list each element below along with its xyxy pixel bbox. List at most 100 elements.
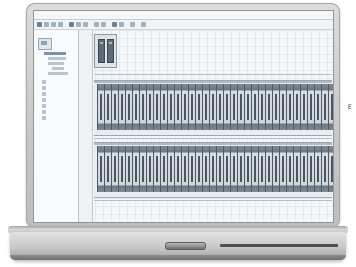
io-module[interactable] [300, 84, 307, 130]
file-icon[interactable] [37, 22, 42, 27]
tree-item[interactable] [52, 67, 64, 70]
io-module[interactable] [216, 146, 223, 192]
io-module[interactable] [146, 84, 153, 130]
io-module[interactable] [272, 146, 279, 192]
status-led-icon [109, 42, 112, 44]
settings-icon[interactable] [130, 22, 135, 27]
io-module[interactable] [181, 84, 188, 130]
io-module[interactable] [307, 84, 314, 130]
io-module[interactable] [118, 146, 125, 192]
tree-item[interactable] [48, 62, 64, 65]
io-module[interactable] [300, 146, 307, 192]
io-module[interactable] [321, 146, 328, 192]
power-supply-module[interactable] [94, 34, 117, 68]
io-module[interactable] [195, 146, 202, 192]
io-module[interactable] [237, 84, 244, 130]
io-module[interactable] [272, 84, 279, 130]
io-module[interactable] [230, 84, 237, 130]
hardware-config-canvas[interactable] [79, 30, 333, 222]
io-module[interactable] [118, 84, 125, 130]
paste-icon[interactable] [83, 22, 88, 27]
io-module[interactable] [125, 84, 132, 130]
io-module[interactable] [216, 84, 223, 130]
copy-icon[interactable] [76, 22, 81, 27]
io-rack-1[interactable] [94, 80, 333, 136]
undo-icon[interactable] [94, 22, 99, 27]
tree-item[interactable] [48, 72, 68, 75]
io-rack-2[interactable] [94, 142, 333, 198]
open-icon[interactable] [44, 22, 49, 27]
io-module[interactable] [132, 84, 139, 130]
drive-slot [220, 244, 338, 247]
io-module[interactable] [160, 146, 167, 192]
io-module[interactable] [223, 84, 230, 130]
io-module[interactable] [328, 146, 333, 192]
io-module[interactable] [188, 146, 195, 192]
io-module[interactable] [153, 146, 160, 192]
psu-unit[interactable] [98, 39, 105, 63]
io-module[interactable] [97, 146, 104, 192]
io-module[interactable] [104, 146, 111, 192]
print-icon[interactable] [58, 22, 63, 27]
tree-bullet-icon [42, 116, 46, 120]
save-icon[interactable] [51, 22, 56, 27]
io-module[interactable] [258, 146, 265, 192]
io-module[interactable] [286, 146, 293, 192]
io-module[interactable] [293, 146, 300, 192]
io-module[interactable] [279, 84, 286, 130]
io-module[interactable] [139, 146, 146, 192]
io-module[interactable] [230, 146, 237, 192]
io-module[interactable] [328, 84, 333, 130]
io-module[interactable] [314, 146, 321, 192]
io-module[interactable] [244, 84, 251, 130]
io-module[interactable] [111, 84, 118, 130]
io-module[interactable] [307, 146, 314, 192]
grid-icon[interactable] [119, 22, 124, 27]
io-module[interactable] [104, 84, 111, 130]
io-module[interactable] [321, 84, 328, 130]
io-module[interactable] [202, 146, 209, 192]
io-module[interactable] [258, 84, 265, 130]
io-module[interactable] [174, 84, 181, 130]
io-module[interactable] [209, 146, 216, 192]
io-module[interactable] [314, 84, 321, 130]
io-module[interactable] [209, 84, 216, 130]
status-led-icon [100, 42, 103, 44]
io-module[interactable] [125, 146, 132, 192]
laptop-lid [26, 3, 340, 228]
io-module[interactable] [251, 84, 258, 130]
cut-icon[interactable] [69, 22, 74, 27]
tree-item[interactable] [44, 52, 66, 55]
io-module[interactable] [188, 84, 195, 130]
io-module[interactable] [181, 146, 188, 192]
io-module[interactable] [293, 84, 300, 130]
io-module[interactable] [160, 84, 167, 130]
io-module[interactable] [244, 146, 251, 192]
io-module[interactable] [153, 84, 160, 130]
laptop-base-edge [10, 255, 346, 260]
help-icon[interactable] [141, 22, 146, 27]
io-module[interactable] [251, 146, 258, 192]
io-module[interactable] [265, 84, 272, 130]
tree-item[interactable] [48, 57, 66, 60]
device-icon[interactable] [38, 38, 52, 50]
io-module[interactable] [286, 84, 293, 130]
io-module[interactable] [111, 146, 118, 192]
app-window [33, 10, 334, 223]
io-module[interactable] [195, 84, 202, 130]
psu-unit[interactable] [107, 39, 114, 63]
redo-icon[interactable] [101, 22, 106, 27]
io-module[interactable] [146, 146, 153, 192]
io-module[interactable] [139, 84, 146, 130]
io-module[interactable] [132, 146, 139, 192]
io-module[interactable] [223, 146, 230, 192]
io-module[interactable] [174, 146, 181, 192]
zoom-icon[interactable] [112, 22, 117, 27]
io-module[interactable] [237, 146, 244, 192]
io-module[interactable] [202, 84, 209, 130]
io-module[interactable] [279, 146, 286, 192]
io-module[interactable] [167, 84, 174, 130]
io-module[interactable] [265, 146, 272, 192]
io-module[interactable] [97, 84, 104, 130]
io-module[interactable] [167, 146, 174, 192]
